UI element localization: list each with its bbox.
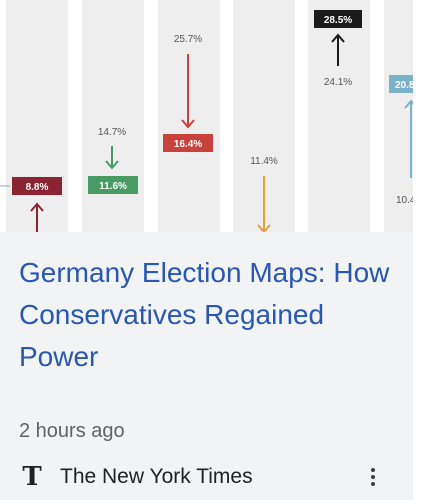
previous-value: 11.4%: [250, 156, 278, 167]
badge-label: 20.8: [395, 80, 413, 91]
previous-value: 25.7%: [174, 34, 202, 45]
column-2: [82, 0, 144, 232]
dot: [371, 482, 375, 486]
badge-label: 8.8%: [26, 182, 49, 193]
more-vert-icon[interactable]: [359, 460, 387, 494]
source-name: The New York Times: [60, 465, 253, 488]
previous-value: 24.1%: [324, 77, 352, 88]
previous-value: 10.4: [396, 195, 413, 206]
badge-label: 28.5%: [324, 15, 352, 26]
column-1: [6, 0, 68, 232]
previous-value: 14.7%: [98, 127, 126, 138]
article-headline[interactable]: Germany Election Maps: How Conservatives…: [19, 252, 399, 378]
source-row: T The New York Times: [19, 460, 399, 494]
news-card[interactable]: 8.8% 14.7% 11.6% 25.7% 16.4% 11.4% 28.5%: [0, 0, 413, 500]
article-thumbnail[interactable]: 8.8% 14.7% 11.6% 25.7% 16.4% 11.4% 28.5%: [0, 0, 413, 232]
nyt-logo-icon: T: [22, 462, 42, 492]
election-change-graphic: 8.8% 14.7% 11.6% 25.7% 16.4% 11.4% 28.5%: [0, 0, 413, 232]
dot: [371, 475, 375, 479]
dot: [371, 468, 375, 472]
badge-label: 16.4%: [174, 139, 202, 150]
badge-label: 11.6%: [99, 181, 127, 192]
publish-time: 2 hours ago: [19, 420, 125, 442]
